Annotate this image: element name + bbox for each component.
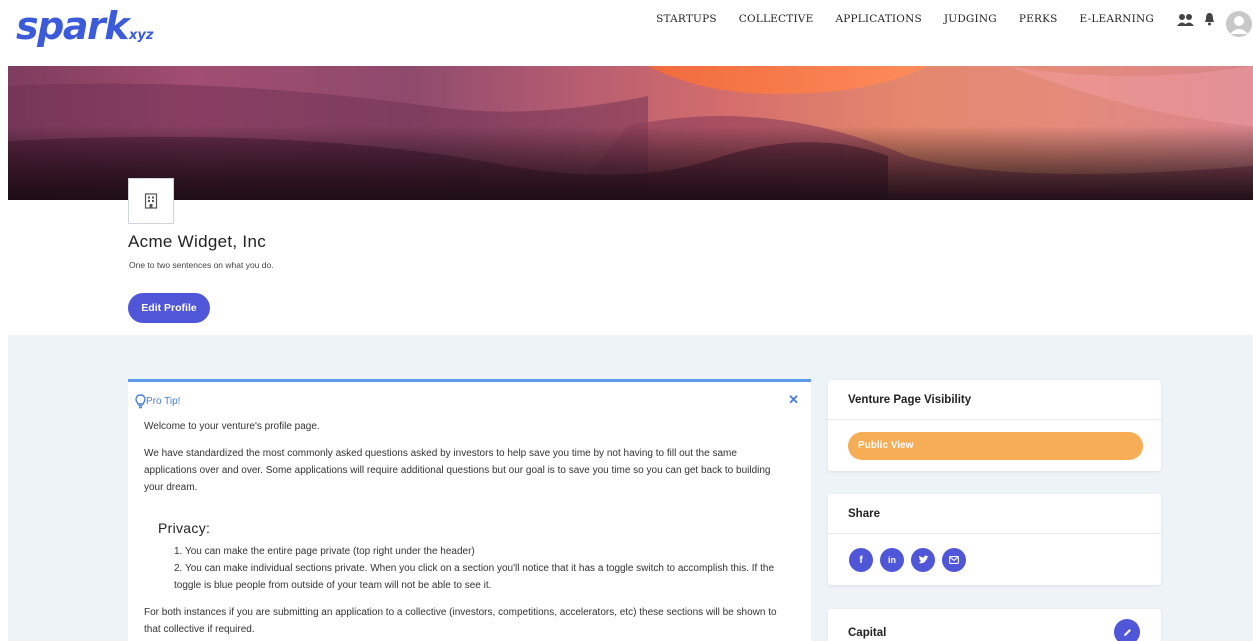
linkedin-icon[interactable]: in	[880, 548, 904, 572]
social-links: f in	[849, 548, 966, 572]
tip-instances: For both instances if you are submitting…	[144, 607, 777, 635]
privacy-list: 1. You can make the entire page private …	[174, 543, 784, 594]
tip-title: Pro Tip!	[146, 396, 181, 407]
capital-card: Capital	[828, 609, 1161, 641]
company-name: Acme Widget, Inc	[128, 232, 267, 251]
nav-perks[interactable]: PERKS	[1008, 13, 1069, 25]
company-logo	[128, 178, 174, 224]
nav-icons	[1173, 10, 1253, 40]
lightbulb-icon	[135, 394, 146, 409]
main-nav: STARTUPS COLLECTIVE APPLICATIONS JUDGING…	[645, 13, 1165, 25]
tip-intro: We have standardized the most commonly a…	[144, 448, 771, 493]
share-card: Share f in	[828, 494, 1161, 585]
top-header: sparkxyz STARTUPS COLLECTIVE APPLICATION…	[0, 0, 1253, 66]
visibility-title: Venture Page Visibility	[828, 380, 1161, 420]
email-icon[interactable]	[942, 548, 966, 572]
pro-tip-panel: Pro Tip! ✕ Welcome to your venture's pro…	[128, 379, 811, 641]
edit-capital-button[interactable]	[1114, 619, 1140, 641]
logo-suffix: xyz	[128, 28, 154, 43]
edit-profile-button[interactable]: Edit Profile	[128, 293, 210, 323]
capital-title: Capital	[848, 627, 887, 639]
nav-judging[interactable]: JUDGING	[933, 13, 1008, 25]
nav-applications[interactable]: APPLICATIONS	[824, 13, 932, 25]
close-icon[interactable]: ✕	[788, 392, 799, 408]
privacy-item: 1. You can make the entire page private …	[174, 546, 475, 557]
share-title: Share	[828, 494, 1161, 534]
tip-welcome: Welcome to your venture's profile page.	[144, 421, 320, 432]
cover-banner	[8, 66, 1253, 200]
banner-art	[8, 66, 1253, 200]
nav-startups[interactable]: STARTUPS	[645, 13, 728, 25]
logo-name: spark	[16, 4, 129, 48]
privacy-heading: Privacy:	[158, 520, 211, 536]
public-view-toggle[interactable]: Public View	[848, 432, 1143, 460]
spark-logo[interactable]: sparkxyz	[16, 4, 153, 48]
bell-icon[interactable]	[1204, 12, 1215, 26]
pencil-icon	[1123, 628, 1131, 636]
building-icon	[144, 193, 158, 209]
people-icon[interactable]	[1177, 13, 1195, 27]
facebook-icon[interactable]: f	[849, 548, 873, 572]
nav-e-learning[interactable]: E-LEARNING	[1069, 13, 1165, 25]
visibility-card: Venture Page Visibility Public View	[828, 380, 1161, 471]
privacy-item: 2. You can make individual sections priv…	[174, 563, 775, 591]
user-avatar[interactable]	[1225, 10, 1253, 38]
twitter-icon[interactable]	[911, 548, 935, 572]
nav-collective[interactable]: COLLECTIVE	[728, 13, 825, 25]
company-tagline: One to two sentences on what you do.	[129, 260, 274, 270]
